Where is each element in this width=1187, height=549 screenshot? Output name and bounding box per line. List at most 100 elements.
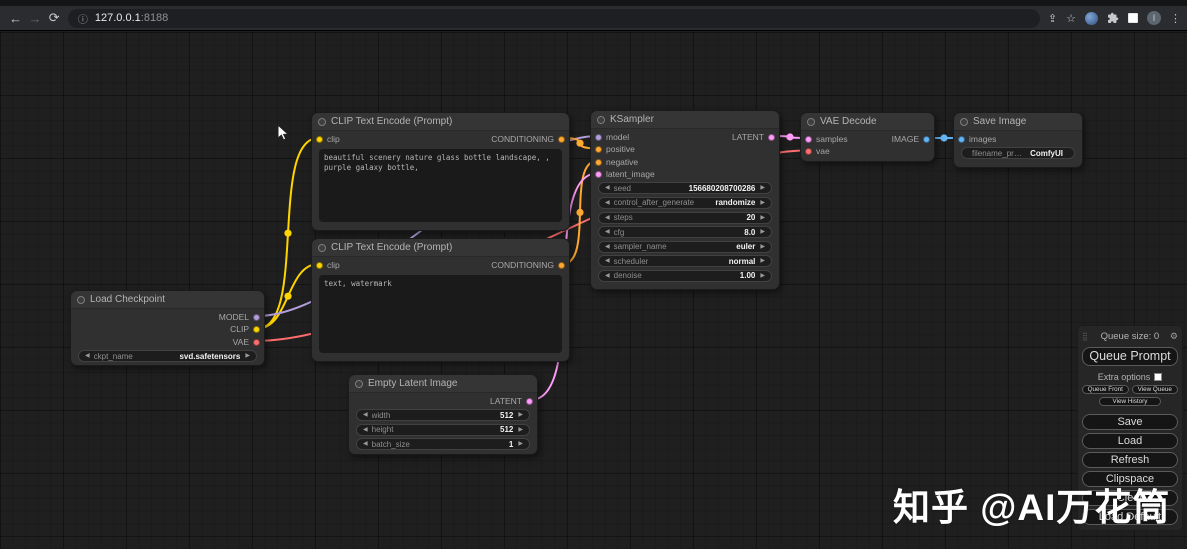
extra-options-checkbox[interactable] [1154, 372, 1163, 381]
increment-arrow-icon[interactable]: ▶ [518, 438, 523, 450]
decrement-arrow-icon[interactable]: ◀ [605, 226, 610, 238]
bookmark-star-icon[interactable]: ☆ [1066, 12, 1076, 25]
node-save-image[interactable]: Save Image images filename_prefix ComfyUI [953, 112, 1083, 168]
increment-arrow-icon[interactable]: ▶ [760, 197, 765, 209]
kebab-menu-icon[interactable]: ⋮ [1170, 12, 1181, 25]
widget-ckpt_name[interactable]: ◀ ckpt_name svd.safetensors ▶ [78, 350, 257, 362]
link-midpoint-dot [284, 292, 292, 300]
increment-arrow-icon[interactable]: ▶ [245, 350, 250, 362]
decrement-arrow-icon[interactable]: ◀ [605, 212, 610, 224]
node-vae-decode[interactable]: VAE Decode samples vae IMAGE [800, 112, 935, 162]
increment-arrow-icon[interactable]: ▶ [760, 226, 765, 238]
increment-arrow-icon[interactable]: ▶ [760, 255, 765, 267]
extensions-puzzle-icon[interactable] [1107, 12, 1119, 24]
widget-height[interactable]: ◀ height 512 ▶ [356, 423, 530, 436]
decrement-arrow-icon[interactable]: ◀ [605, 182, 610, 194]
widget-name: filename_prefix [972, 148, 1027, 158]
collapse-dot-icon[interactable] [807, 118, 815, 126]
back-icon[interactable]: ← [6, 11, 25, 26]
collapse-dot-icon[interactable] [597, 116, 605, 124]
widget-control_after_generate[interactable]: ◀ control_after_generate randomize ▶ [598, 196, 772, 209]
prompt-textarea[interactable]: text, watermark [319, 275, 562, 353]
drag-handle-icon[interactable]: ⣿ [1082, 332, 1088, 341]
queue-front-button[interactable]: Queue Front [1082, 385, 1129, 394]
node-title[interactable]: Load Checkpoint [71, 291, 264, 309]
widget-scheduler[interactable]: ◀ scheduler normal ▶ [598, 255, 772, 268]
node-title[interactable]: KSampler [591, 111, 779, 129]
browser-toolbar: ← → ⟳ ⓘ 127.0.0.1 :8188 ⇪ ☆ l ⋮ [0, 6, 1187, 31]
decrement-arrow-icon[interactable]: ◀ [85, 350, 90, 362]
node-title[interactable]: CLIP Text Encode (Prompt) [312, 113, 569, 131]
node-title[interactable]: Empty Latent Image [349, 375, 537, 393]
forward-icon[interactable]: → [25, 11, 44, 26]
site-info-icon[interactable]: ⓘ [78, 11, 88, 26]
increment-arrow-icon[interactable]: ▶ [760, 270, 765, 282]
node-load-checkpoint[interactable]: Load Checkpoint MODEL CLIP VAE ◀ ckpt_name svd… [70, 290, 265, 366]
widget-steps[interactable]: ◀ steps 20 ▶ [598, 211, 772, 224]
settings-gear-icon[interactable]: ⚙ [1170, 331, 1178, 342]
decrement-arrow-icon[interactable]: ◀ [363, 409, 368, 421]
node-clip-text-encode-positive[interactable]: CLIP Text Encode (Prompt) clip CONDITIONIN… [311, 112, 570, 231]
output-dot-CONDITIONING[interactable] [558, 135, 565, 143]
increment-arrow-icon[interactable]: ▶ [760, 182, 765, 194]
widget-width[interactable]: ◀ width 512 ▶ [356, 409, 530, 422]
node-title[interactable]: CLIP Text Encode (Prompt) [312, 239, 569, 257]
node-graph-canvas[interactable]: Load Checkpoint MODEL CLIP VAE ◀ ckpt_name svd… [0, 32, 1187, 549]
collapse-dot-icon[interactable] [318, 118, 326, 126]
input-label: negative [606, 156, 639, 167]
input-dot-vae[interactable] [805, 148, 812, 156]
node-empty-latent-image[interactable]: Empty Latent Image LATENT ◀ width 512 ▶ ◀ heigh… [348, 374, 538, 455]
node-ksampler[interactable]: KSampler model positive negative latent_imag… [590, 110, 780, 290]
collapse-dot-icon[interactable] [960, 118, 968, 126]
decrement-arrow-icon[interactable]: ◀ [605, 197, 610, 209]
decrement-arrow-icon[interactable]: ◀ [363, 424, 368, 436]
widget-sampler_name[interactable]: ◀ sampler_name euler ▶ [598, 240, 772, 253]
output-dot-VAE[interactable] [253, 338, 260, 346]
increment-arrow-icon[interactable]: ▶ [760, 212, 765, 224]
output-dot-LATENT[interactable] [768, 133, 775, 141]
decrement-arrow-icon[interactable]: ◀ [363, 438, 368, 450]
view-queue-button[interactable]: View Queue [1131, 385, 1178, 394]
input-dot-images[interactable] [958, 135, 965, 143]
address-bar[interactable]: ⓘ 127.0.0.1 :8188 [67, 8, 1040, 28]
extension-badge-icon[interactable] [1084, 11, 1098, 25]
node-title[interactable]: VAE Decode [801, 113, 934, 131]
output-dot-LATENT[interactable] [526, 397, 533, 405]
refresh-button[interactable]: Refresh [1082, 452, 1178, 468]
widget-seed[interactable]: ◀ seed 156680208700286 ▶ [598, 182, 772, 195]
input-dot-negative[interactable] [595, 158, 602, 166]
decrement-arrow-icon[interactable]: ◀ [605, 255, 610, 267]
output-dot-CLIP[interactable] [253, 326, 260, 334]
output-dot-MODEL[interactable] [253, 313, 260, 321]
view-history-button[interactable]: View History [1099, 397, 1161, 406]
collapse-dot-icon[interactable] [318, 244, 326, 252]
profile-avatar[interactable]: l [1146, 11, 1161, 25]
sidepanel-icon[interactable] [1127, 13, 1138, 23]
increment-arrow-icon[interactable]: ▶ [518, 424, 523, 436]
share-icon[interactable]: ⇪ [1048, 12, 1057, 25]
queue-prompt-button[interactable]: Queue Prompt [1082, 347, 1178, 366]
output-dot-IMAGE[interactable] [923, 135, 930, 143]
collapse-dot-icon[interactable] [77, 296, 85, 304]
node-title[interactable]: Save Image [954, 113, 1082, 131]
widget-value: randomize [715, 198, 756, 208]
prompt-textarea[interactable]: beautiful scenery nature glass bottle la… [319, 149, 562, 222]
output-slot-VAE: VAE [71, 336, 264, 348]
widget-value: 8.0 [744, 227, 756, 237]
input-dot-latent_image[interactable] [595, 171, 602, 178]
node-clip-text-encode-negative[interactable]: CLIP Text Encode (Prompt) clip CONDITIONIN… [311, 238, 570, 362]
reload-icon[interactable]: ⟳ [45, 10, 64, 26]
widget-denoise[interactable]: ◀ denoise 1.00 ▶ [598, 269, 772, 282]
collapse-dot-icon[interactable] [355, 380, 363, 388]
widget-batch_size[interactable]: ◀ batch_size 1 ▶ [356, 438, 530, 451]
save-button[interactable]: Save [1082, 414, 1178, 430]
increment-arrow-icon[interactable]: ▶ [518, 409, 523, 421]
decrement-arrow-icon[interactable]: ◀ [605, 270, 610, 282]
input-dot-positive[interactable] [595, 146, 602, 154]
load-button[interactable]: Load [1082, 433, 1178, 449]
widget-filename_prefix[interactable]: filename_prefix ComfyUI [961, 147, 1075, 160]
increment-arrow-icon[interactable]: ▶ [760, 241, 765, 253]
decrement-arrow-icon[interactable]: ◀ [605, 241, 610, 253]
output-dot-CONDITIONING[interactable] [558, 261, 565, 269]
widget-cfg[interactable]: ◀ cfg 8.0 ▶ [598, 226, 772, 239]
